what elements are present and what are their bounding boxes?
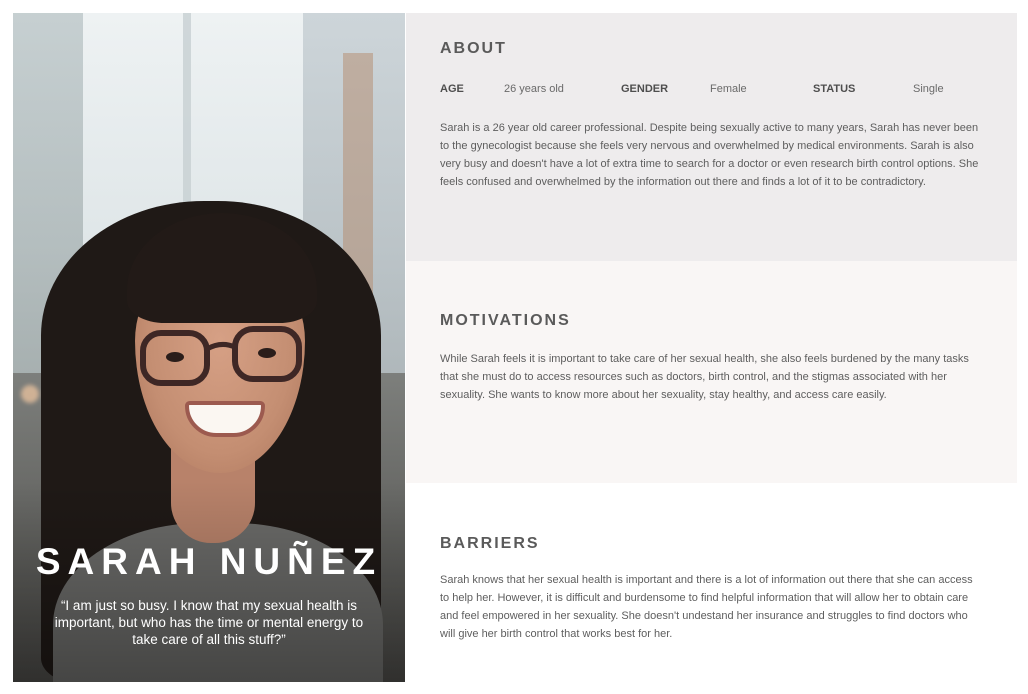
about-section: ABOUT AGE 26 years old GENDER Female STA…: [406, 13, 1017, 261]
about-heading: ABOUT: [440, 40, 507, 57]
status-value: Single: [913, 83, 944, 95]
status-label: STATUS: [813, 83, 856, 95]
about-text: Sarah is a 26 year old career profession…: [440, 122, 979, 188]
gender-value: Female: [710, 83, 747, 95]
persona-name: SARAH NUÑEZ: [35, 541, 383, 582]
gender-label: GENDER: [621, 83, 669, 95]
age-value: 26 years old: [504, 83, 564, 95]
barriers-section: BARRIERS Sarah knows that her sexual hea…: [406, 483, 1017, 682]
barriers-heading: BARRIERS: [440, 535, 540, 552]
persona-photo: SARAH NUÑEZ “I am just so busy. I know t…: [13, 13, 405, 682]
persona-quote: “I am just so busy. I know that my sexua…: [54, 598, 364, 647]
motivations-heading: MOTIVATIONS: [440, 312, 571, 329]
motivations-text: While Sarah feels it is important to tak…: [440, 353, 969, 401]
persona-card: SARAH NUÑEZ “I am just so busy. I know t…: [13, 13, 1017, 682]
barriers-text: Sarah knows that her sexual health is im…: [440, 574, 973, 640]
age-label: AGE: [440, 83, 464, 95]
motivations-section: MOTIVATIONS While Sarah feels it is impo…: [406, 261, 1017, 483]
